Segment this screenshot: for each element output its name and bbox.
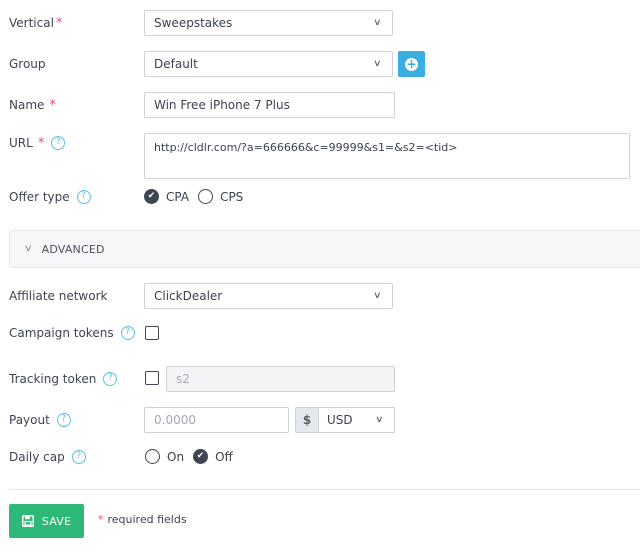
vertical-label: Vertical * (9, 13, 62, 33)
name-value: Win Free iPhone 7 Plus (154, 98, 290, 112)
help-icon[interactable]: ? (76, 190, 91, 204)
daily-cap-label: Daily cap? (9, 447, 86, 467)
url-textarea[interactable]: http://cldlr.com/?a=666666&c=99999&s1=&s… (144, 133, 630, 179)
advanced-label: ADVANCED (41, 242, 105, 256)
group-label: Group (9, 54, 46, 74)
required-mark: * (37, 135, 45, 151)
tracking-token-checkbox[interactable] (145, 371, 159, 385)
chevron-down-icon: ∨ (373, 59, 382, 69)
campaign-tokens-label-text: Campaign tokens (9, 326, 114, 340)
offer-type-cps-label: CPS (220, 189, 244, 204)
chevron-down-icon: ∨ (373, 291, 382, 301)
offer-type-radio-group: ✔ CPA CPS (144, 189, 252, 204)
campaign-tokens-label: Campaign tokens? (9, 323, 135, 343)
radio-unchecked-icon[interactable] (198, 189, 214, 204)
url-label-text: URL (9, 136, 33, 150)
vertical-select[interactable]: Sweepstakes ∨ (144, 10, 393, 36)
add-group-button[interactable]: + (398, 51, 425, 77)
name-input[interactable]: Win Free iPhone 7 Plus (144, 92, 395, 118)
daily-cap-off-label: Off (215, 449, 233, 464)
vertical-value: Sweepstakes (154, 16, 233, 30)
affiliate-network-label: Affiliate network (9, 286, 107, 306)
required-mark: * (55, 15, 63, 31)
daily-cap-on-option[interactable]: On (145, 449, 184, 464)
help-icon[interactable]: ? (120, 326, 135, 340)
daily-cap-on-label: On (167, 449, 185, 464)
plus-circle-icon: + (405, 56, 418, 71)
affiliate-network-label-text: Affiliate network (9, 289, 108, 303)
offer-type-label-text: Offer type (9, 190, 70, 204)
offer-type-cpa-label: CPA (166, 189, 190, 204)
radio-checked-icon[interactable]: ✔ (193, 449, 209, 464)
name-label-text: Name (9, 98, 45, 112)
daily-cap-off-option[interactable]: ✔ Off (193, 449, 233, 464)
help-icon[interactable]: ? (103, 372, 118, 386)
group-select[interactable]: Default ∨ (144, 51, 393, 77)
help-icon[interactable]: ? (71, 450, 86, 464)
divider (9, 489, 640, 490)
name-label: Name * (9, 95, 56, 115)
group-value: Default (154, 57, 198, 71)
required-mark: * (49, 97, 56, 113)
daily-cap-radio-group: On ✔ Off (145, 449, 242, 464)
affiliate-network-value: ClickDealer (154, 289, 223, 303)
help-icon[interactable]: ? (51, 136, 66, 150)
offer-form: Vertical * Sweepstakes ∨ Group Default ∨ … (0, 0, 640, 555)
floppy-disk-icon (21, 515, 34, 527)
tracking-token-input[interactable]: s2 (166, 366, 395, 392)
group-label-text: Group (9, 57, 46, 71)
currency-select[interactable]: $ USD ∨ (295, 407, 395, 433)
campaign-tokens-checkbox[interactable] (145, 326, 159, 340)
tracking-token-placeholder: s2 (176, 372, 190, 386)
vertical-label-text: Vertical (9, 16, 54, 30)
url-label: URL *? (9, 133, 66, 153)
currency-value: USD (327, 413, 353, 427)
chevron-down-icon: ∨ (373, 18, 382, 28)
save-label: SAVE (41, 514, 72, 528)
tracking-token-label: Tracking token? (9, 369, 118, 389)
radio-checked-icon[interactable]: ✔ (144, 189, 159, 204)
payout-input[interactable]: 0.0000 (144, 407, 289, 433)
url-value: http://cldlr.com/?a=666666&c=99999&s1=&s… (154, 141, 458, 154)
chevron-down-icon: ∨ (375, 415, 384, 425)
payout-placeholder: 0.0000 (154, 413, 196, 427)
radio-unchecked-icon[interactable] (145, 449, 160, 464)
required-note-text: required fields (107, 513, 187, 526)
affiliate-network-select[interactable]: ClickDealer ∨ (144, 283, 393, 309)
help-icon[interactable]: ? (56, 413, 71, 427)
required-mark: * (98, 513, 104, 526)
offer-type-cps-option[interactable]: CPS (198, 189, 243, 204)
payout-label-text: Payout (9, 413, 50, 427)
advanced-section-toggle[interactable]: ∨ ADVANCED (9, 230, 640, 268)
save-button[interactable]: SAVE (9, 504, 84, 538)
tracking-token-label-text: Tracking token (9, 372, 97, 386)
daily-cap-label-text: Daily cap (9, 450, 65, 464)
required-fields-note: * required fields (98, 513, 187, 526)
offer-type-label: Offer type? (9, 187, 91, 207)
dollar-icon: $ (296, 408, 319, 432)
offer-type-cpa-option[interactable]: ✔ CPA (144, 189, 189, 204)
payout-label: Payout? (9, 410, 71, 430)
chevron-down-icon: ∨ (23, 244, 33, 254)
